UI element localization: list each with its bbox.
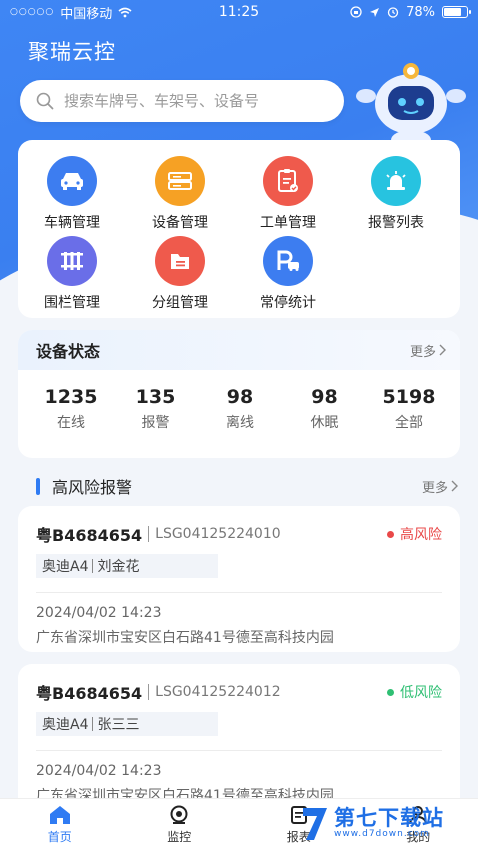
search-icon — [36, 92, 54, 110]
monitor-icon — [170, 805, 188, 824]
device-status-header: 设备状态 更多 — [18, 330, 460, 370]
function-menu: 车辆管理 设备管理 工单管理 报警列表 围栏管理 分组管理 常停统计 — [18, 140, 460, 318]
vin-number: LSG04125224010 — [155, 526, 281, 542]
tab-label: 监控 — [167, 829, 192, 844]
menu-device-management[interactable]: 设备管理 — [132, 156, 228, 232]
menu-parking-statistics[interactable]: 常停统计 — [240, 236, 336, 312]
alarm-card[interactable]: 粤B4684654 LSG04125224010 高风险 奥迪A4 刘金花 20… — [18, 506, 460, 652]
divider — [148, 526, 150, 542]
menu-label: 围栏管理 — [44, 295, 100, 311]
menu-label: 报警列表 — [368, 215, 424, 231]
vehicle-owner: 张三三 — [97, 717, 140, 733]
stat-value: 98 — [226, 386, 254, 408]
watermark-url: www.d7down.com — [334, 828, 430, 839]
stat-label: 报警 — [141, 415, 170, 431]
stat-offline[interactable]: 98 离线 — [205, 386, 275, 432]
more-label: 更多 — [409, 344, 436, 360]
menu-label: 工单管理 — [260, 215, 316, 231]
stat-all[interactable]: 5198 全部 — [374, 386, 444, 432]
divider — [92, 717, 94, 731]
menu-label: 分组管理 — [152, 295, 208, 311]
parking-icon — [263, 236, 313, 286]
watermark-seven-icon — [303, 808, 327, 840]
robot-mascot-icon — [356, 63, 466, 150]
divider — [36, 750, 442, 751]
stat-label: 休眠 — [310, 415, 339, 431]
stat-value: 135 — [135, 386, 176, 408]
vehicle-model: 奥迪A4 — [42, 559, 89, 575]
risk-label: 高风险 — [400, 527, 442, 543]
menu-vehicle-management[interactable]: 车辆管理 — [24, 156, 120, 232]
watermark-text: 第七下载站 — [334, 805, 444, 830]
plate-number: 粤B4684654 — [36, 684, 143, 703]
risk-label: 低风险 — [400, 685, 442, 701]
stat-label: 在线 — [57, 415, 85, 431]
alarm-card[interactable]: 粤B4684654 LSG04125224012 低风险 奥迪A4 张三三 20… — [18, 664, 460, 814]
alarm-light-icon — [371, 156, 421, 206]
plate-number: 粤B4684654 — [36, 526, 143, 545]
alarm-more-link[interactable]: 更多 — [422, 477, 458, 496]
stat-label: 全部 — [395, 415, 423, 431]
device-status-title: 设备状态 — [36, 342, 101, 361]
device-status-more-link[interactable]: 更多 — [410, 341, 446, 360]
battery-icon — [442, 6, 471, 18]
stat-value: 5198 — [382, 386, 436, 408]
alarm-time: 2024/04/02 14:23 — [36, 763, 162, 779]
vin-number: LSG04125224012 — [155, 684, 281, 700]
divider — [92, 559, 94, 573]
status-bar: ○○○○○ 中国移动 11:25 78% — [0, 0, 478, 24]
risk-badge: 低风险 — [387, 682, 442, 702]
clock: 11:25 — [218, 4, 260, 20]
car-icon — [47, 156, 97, 206]
tab-home[interactable]: 首页 — [0, 799, 120, 850]
menu-alarm-list[interactable]: 报警列表 — [348, 156, 444, 232]
vehicle-model: 奥迪A4 — [42, 717, 89, 733]
risk-badge: 高风险 — [387, 524, 442, 544]
watermark-logo: 第七下载站 www.d7down.com — [300, 796, 478, 850]
vehicle-owner: 刘金花 — [97, 559, 140, 575]
stat-value: 98 — [311, 386, 338, 408]
work-order-icon — [263, 156, 313, 206]
risk-dot-icon — [387, 688, 394, 696]
divider — [36, 592, 442, 593]
menu-label: 车辆管理 — [44, 215, 100, 231]
stat-label: 离线 — [226, 415, 254, 431]
vehicle-info-tag: 奥迪A4 张三三 — [36, 712, 218, 736]
menu-fence-management[interactable]: 围栏管理 — [24, 236, 120, 312]
menu-group-management[interactable]: 分组管理 — [132, 236, 228, 312]
fence-icon — [47, 236, 97, 286]
stat-sleep[interactable]: 98 休眠 — [290, 386, 360, 432]
divider — [148, 684, 150, 700]
menu-work-order[interactable]: 工单管理 — [240, 156, 336, 232]
stat-value: 1235 — [44, 386, 98, 408]
stat-online[interactable]: 1235 在线 — [36, 386, 106, 432]
tab-label: 首页 — [47, 829, 72, 844]
menu-label: 设备管理 — [152, 215, 208, 231]
folder-icon — [155, 236, 205, 286]
high-risk-alarm-header: 高风险报警 更多 — [36, 474, 460, 498]
vehicle-info-tag: 奥迪A4 刘金花 — [36, 554, 218, 578]
device-icon — [155, 156, 205, 206]
chevron-right-icon — [451, 480, 458, 492]
chevron-right-icon — [439, 344, 446, 356]
tab-monitor[interactable]: 监控 — [120, 799, 240, 850]
alarm-address: 广东省深圳市宝安区白石路41号德至高科技内园 — [36, 630, 334, 646]
app-title: 聚瑞云控 — [28, 40, 116, 64]
more-label: 更多 — [421, 480, 448, 496]
risk-dot-icon — [387, 530, 394, 538]
menu-label: 常停统计 — [260, 295, 316, 311]
section-accent-bar — [36, 477, 40, 495]
device-status-card: 设备状态 更多 1235 在线 135 报警 98 离线 98 休眠 5198 全部 — [18, 330, 460, 458]
stat-alarm[interactable]: 135 报警 — [121, 386, 191, 432]
alarm-time: 2024/04/02 14:23 — [36, 605, 162, 621]
search-input[interactable] — [64, 92, 324, 110]
search-bar[interactable] — [20, 80, 344, 122]
home-icon — [49, 805, 70, 824]
section-title: 高风险报警 — [52, 478, 133, 497]
